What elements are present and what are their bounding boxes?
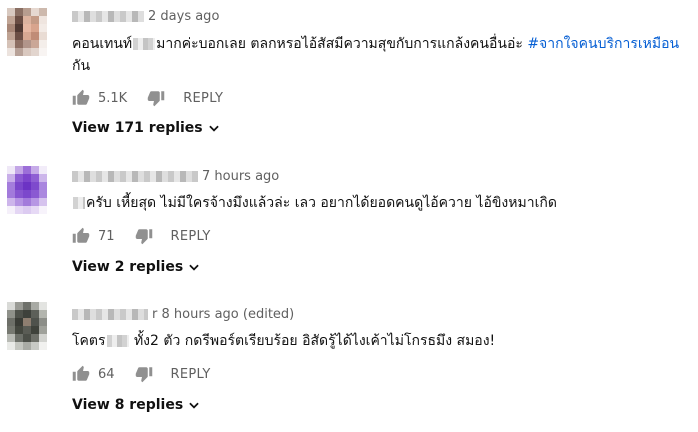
like-button[interactable]	[72, 227, 90, 245]
thumb-down-icon	[135, 367, 152, 383]
like-button[interactable]	[72, 365, 90, 383]
view-replies-button[interactable]: View 171 replies	[72, 120, 221, 136]
chevron-down-icon	[189, 264, 199, 271]
censored-word	[106, 335, 129, 347]
reply-button[interactable]: REPLY	[171, 229, 211, 244]
view-replies-button[interactable]: View 8 replies	[72, 397, 201, 413]
like-count: 71	[98, 228, 115, 244]
avatar[interactable]	[7, 166, 47, 214]
thumb-down-icon	[147, 91, 165, 107]
dislike-button[interactable]	[135, 365, 153, 383]
author-name-suffix[interactable]: r	[152, 307, 157, 322]
comment-actions: 71 REPLY	[72, 226, 211, 246]
thumb-up-icon	[72, 365, 90, 381]
comment-text: คอนเทนท์ มากค่ะบอกเลย ตลกหรอไอ้สัสมีความส…	[72, 36, 680, 74]
comment-header: 7 hours ago	[72, 169, 279, 184]
author-name[interactable]	[72, 11, 144, 22]
censored-word	[73, 197, 85, 209]
comment-time[interactable]: 8 hours ago (edited)	[162, 307, 295, 322]
avatar[interactable]	[7, 8, 47, 56]
comment-time[interactable]: 7 hours ago	[202, 169, 279, 184]
reply-button[interactable]: REPLY	[171, 367, 211, 382]
dislike-button[interactable]	[135, 227, 153, 245]
comment-header: r 8 hours ago (edited)	[72, 307, 294, 322]
avatar[interactable]	[7, 302, 47, 350]
view-replies-button[interactable]: View 2 replies	[72, 259, 201, 275]
like-count: 64	[98, 366, 115, 382]
comment-text: ครับ เหี้ยสุด ไม่มีใครจ้างมึงแล้วล่ะ เลว…	[72, 192, 696, 214]
censored-word	[133, 38, 156, 50]
comment-time[interactable]: 2 days ago	[148, 9, 219, 24]
comment-header: 2 days ago	[72, 9, 219, 24]
thumb-up-icon	[72, 89, 90, 105]
thumb-up-icon	[72, 227, 90, 243]
like-count: 5.1K	[98, 90, 128, 106]
chevron-down-icon	[189, 402, 199, 409]
chevron-down-icon	[208, 125, 219, 132]
author-name[interactable]	[72, 171, 198, 182]
comment-text: โคตร ทั้ง2 ตัว กดรีพอร์ตเรียบร้อย อิสัดร…	[72, 333, 496, 349]
hashtag-link[interactable]: #จากใจคนบริการเหมือน	[527, 36, 679, 52]
comment-actions: 64 REPLY	[72, 364, 211, 384]
reply-button[interactable]: REPLY	[183, 91, 223, 106]
thumb-down-icon	[135, 229, 152, 245]
author-name[interactable]	[72, 309, 148, 320]
like-button[interactable]	[72, 89, 90, 107]
comment-actions: 5.1K REPLY	[72, 88, 223, 108]
dislike-button[interactable]	[147, 89, 165, 107]
